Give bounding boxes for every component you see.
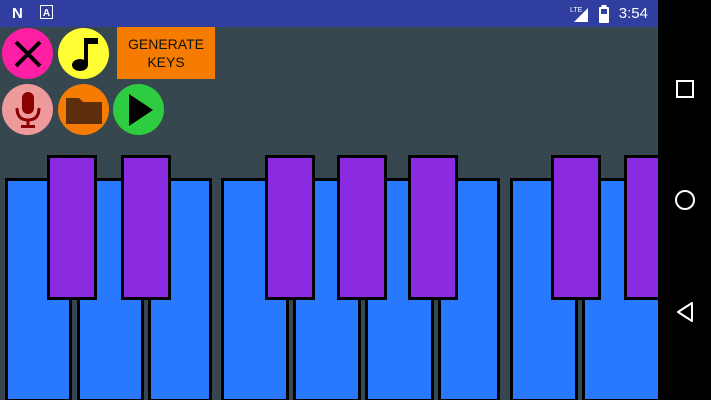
music-note-button[interactable] [58, 28, 109, 79]
svg-text:LTE: LTE [570, 7, 583, 14]
n-notification-icon: N [12, 5, 23, 22]
back-triangle-icon [676, 301, 693, 322]
app-screen: N A LTE 3:54 GENERATE KEYS [0, 0, 658, 400]
black-key-3[interactable] [265, 155, 315, 300]
a-notification-icon: A [40, 5, 53, 22]
black-key-6[interactable] [551, 155, 601, 300]
home-circle-icon [674, 189, 695, 210]
black-key-5[interactable] [408, 155, 458, 300]
black-key-7[interactable] [624, 155, 658, 300]
black-key-4[interactable] [337, 155, 387, 300]
generate-keys-button[interactable]: GENERATE KEYS [117, 27, 215, 79]
recents-button[interactable] [658, 62, 711, 115]
recents-square-icon [675, 79, 694, 98]
status-time: 3:54 [618, 5, 648, 22]
battery-icon [598, 5, 610, 28]
lte-signal-icon: LTE [570, 5, 590, 27]
folder-button[interactable] [58, 84, 109, 135]
close-button[interactable] [2, 28, 53, 79]
folder-icon [65, 97, 102, 124]
generate-keys-label: GENERATE KEYS [128, 36, 204, 70]
svg-text:A: A [43, 8, 50, 19]
home-button[interactable] [658, 173, 711, 226]
music-note-icon [71, 37, 98, 71]
back-button[interactable] [658, 285, 711, 338]
play-icon [128, 93, 153, 126]
record-button[interactable] [2, 84, 53, 135]
black-key-1[interactable] [47, 155, 97, 300]
x-icon [14, 40, 41, 67]
microphone-icon [15, 91, 40, 128]
navigation-bar [658, 0, 711, 400]
black-key-2[interactable] [121, 155, 171, 300]
status-bar: N A LTE 3:54 [0, 0, 658, 27]
play-button[interactable] [113, 84, 164, 135]
